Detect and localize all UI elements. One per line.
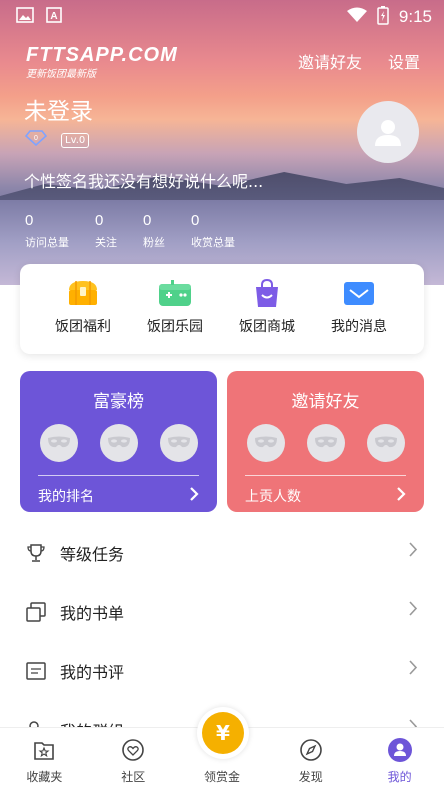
stat-followers[interactable]: 0 粉丝 — [143, 212, 191, 250]
app-logo: FTTSAPP.COM 更新饭团最新版 — [26, 44, 178, 80]
chevron-right-icon — [396, 487, 406, 505]
stat-label: 粉丝 — [143, 236, 165, 249]
mask-icon — [39, 424, 78, 462]
mask-icon — [246, 424, 285, 462]
card-footer-label: 上贡人数 — [245, 489, 301, 505]
card-footer: 我的排名 — [38, 486, 199, 506]
quick-item-label: 饭团福利 — [55, 319, 111, 335]
image-icon — [16, 7, 34, 27]
card-footer: 上贡人数 — [245, 486, 406, 506]
card-divider — [245, 475, 406, 476]
game-icon — [157, 278, 193, 308]
battery-icon — [377, 5, 389, 29]
menu-item-label: 我的书单 — [60, 603, 125, 623]
treasure-chest-icon — [65, 278, 101, 308]
profile-icon — [387, 737, 413, 763]
logo-main-text: FTTSAPP.COM — [26, 44, 178, 66]
stat-label: 收赏总量 — [191, 236, 235, 249]
card-divider — [38, 475, 199, 476]
tab-favorites[interactable]: 收藏夹 — [0, 728, 89, 789]
shopping-bag-icon — [249, 278, 285, 308]
mask-icon — [159, 424, 198, 462]
level-badge: Lv.0 — [61, 132, 90, 148]
stat-value: 0 — [143, 212, 152, 229]
review-icon — [24, 659, 48, 683]
chevron-right-icon — [189, 487, 199, 505]
community-icon — [120, 737, 146, 763]
menu-item-reviews[interactable]: 我的书评 — [0, 641, 444, 700]
tab-label: 社区 — [121, 770, 146, 784]
stat-following[interactable]: 0 关注 — [95, 212, 143, 250]
chevron-right-icon — [409, 660, 418, 679]
a-icon: A — [46, 7, 62, 27]
tab-discover[interactable]: 发现 — [266, 728, 355, 789]
stat-value: 0 — [191, 212, 200, 229]
chevron-right-icon — [409, 601, 418, 620]
user-stats: 0 访问总量 0 关注 0 粉丝 0 收赏总量 — [25, 212, 261, 250]
header-links: 邀请好友 设置 — [298, 49, 420, 73]
yen-icon: ¥ — [202, 712, 244, 754]
quick-item-label: 饭团商城 — [239, 319, 295, 335]
booklist-icon — [24, 600, 48, 624]
wifi-icon — [346, 7, 367, 27]
quick-item-messages[interactable]: 我的消息 — [313, 264, 405, 354]
mask-icon — [306, 424, 345, 462]
user-signature[interactable]: 个性签名我还没有想好说什么呢... — [24, 168, 263, 192]
tab-label: 收藏夹 — [26, 770, 63, 784]
status-bar: A 9:15 — [0, 0, 444, 32]
svg-text:A: A — [50, 11, 57, 22]
rich-list-card[interactable]: 富豪榜 我的排名 — [20, 371, 217, 512]
quick-item-welfare[interactable]: 饭团福利 — [37, 264, 129, 354]
quick-item-mall[interactable]: 饭团商城 — [221, 264, 313, 354]
placeholder-avatars — [227, 424, 424, 462]
mask-icon — [366, 424, 405, 462]
stat-value: 0 — [25, 212, 34, 229]
compass-icon — [298, 737, 324, 763]
quick-item-label: 我的消息 — [331, 319, 387, 335]
reward-center-button[interactable]: ¥ — [197, 707, 249, 759]
menu-item-booklists[interactable]: 我的书单 — [0, 582, 444, 641]
stat-label: 访问总量 — [25, 236, 69, 249]
username[interactable]: 未登录 — [24, 92, 93, 126]
placeholder-avatars — [20, 424, 217, 462]
stat-value: 0 — [95, 212, 104, 229]
clock: 9:15 — [398, 7, 432, 26]
settings-link[interactable]: 设置 — [388, 49, 420, 73]
menu-item-level-tasks[interactable]: 等级任务 — [0, 523, 444, 582]
tab-label: 我的 — [387, 770, 412, 784]
tab-label: 领赏金 — [203, 770, 240, 784]
invite-friends-link[interactable]: 邀请好友 — [298, 49, 362, 73]
logo-sub-text: 更新饭团最新版 — [26, 69, 96, 80]
quick-item-park[interactable]: 饭团乐园 — [129, 264, 221, 354]
tab-label: 发现 — [298, 770, 323, 784]
default-user-icon — [375, 120, 401, 146]
avatar[interactable] — [357, 101, 419, 163]
menu-item-label: 我的书评 — [60, 662, 125, 682]
tab-profile[interactable]: 我的 — [355, 728, 444, 789]
mask-icon — [99, 424, 138, 462]
menu-item-label: 等级任务 — [60, 544, 125, 564]
diamond-icon: 0 — [24, 130, 48, 150]
tab-community[interactable]: 社区 — [89, 728, 178, 789]
stat-rewards[interactable]: 0 收赏总量 — [191, 212, 261, 250]
stat-label: 关注 — [95, 236, 117, 249]
svg-text:0: 0 — [34, 135, 38, 142]
mail-icon — [341, 278, 377, 308]
card-footer-label: 我的排名 — [38, 489, 94, 505]
card-title: 邀请好友 — [291, 392, 360, 412]
favorites-icon — [31, 737, 57, 763]
stat-visits[interactable]: 0 访问总量 — [25, 212, 95, 250]
quick-menu-card: 饭团福利 饭团乐园 饭团商城 我的消息 — [20, 264, 424, 354]
quick-item-label: 饭团乐园 — [147, 319, 203, 335]
invite-friends-card[interactable]: 邀请好友 上贡人数 — [227, 371, 424, 512]
user-badges: 0 Lv.0 — [24, 130, 90, 150]
card-title: 富豪榜 — [93, 392, 144, 412]
trophy-icon — [24, 541, 48, 565]
chevron-right-icon — [409, 542, 418, 561]
